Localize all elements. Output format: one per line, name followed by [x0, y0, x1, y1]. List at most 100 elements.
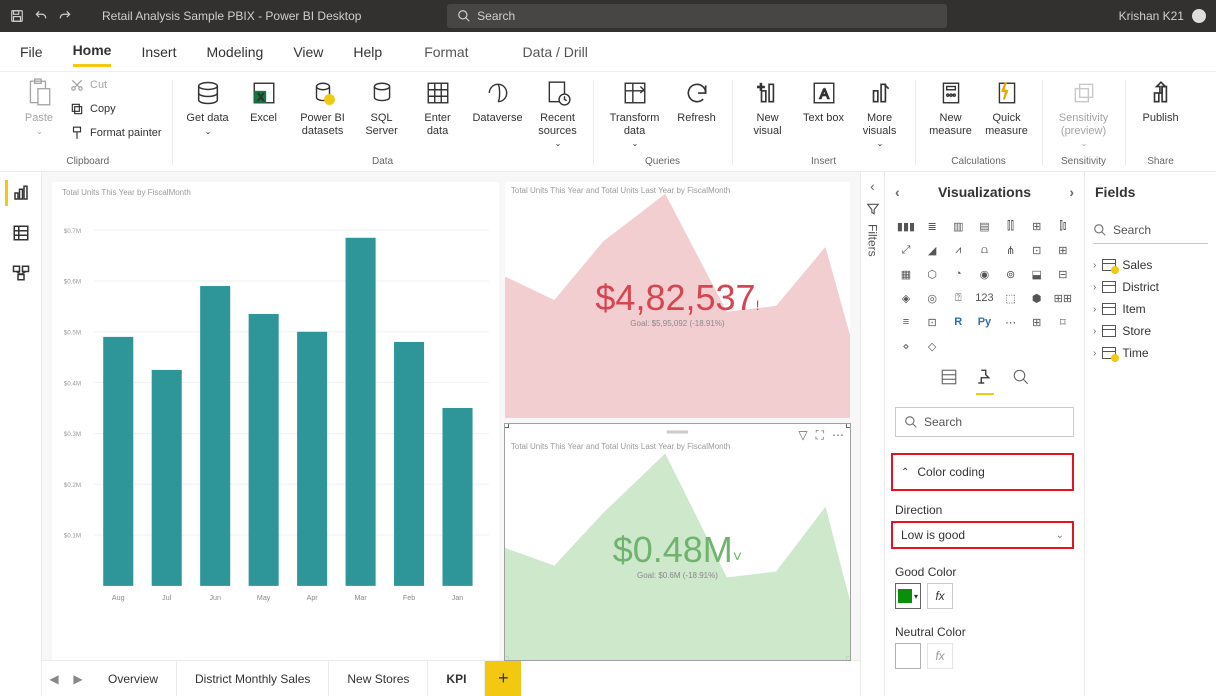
viz-type-10[interactable]: ⩍	[973, 240, 995, 260]
viz-type-1[interactable]: ≣	[921, 216, 943, 236]
viz-type-18[interactable]: ⊚	[1000, 264, 1022, 284]
tabs-scroll-left[interactable]: ◀	[42, 672, 66, 686]
viz-type-26[interactable]: ⬢	[1026, 288, 1048, 308]
menu-home[interactable]: Home	[73, 36, 112, 67]
fields-well-tab[interactable]	[940, 368, 958, 395]
pbi-datasets-button[interactable]: Power BI datasets	[295, 74, 351, 137]
menu-modeling[interactable]: Modeling	[206, 38, 263, 66]
viz-type-27[interactable]: ⊞⊞	[1052, 288, 1074, 308]
excel-button[interactable]: XExcel	[239, 74, 289, 125]
viz-type-35[interactable]: ⋄	[895, 336, 917, 356]
model-view-button[interactable]	[8, 260, 34, 286]
neutral-color-fx[interactable]: fx	[927, 643, 953, 669]
sensitivity-button[interactable]: Sensitivity (preview)⌄	[1053, 74, 1115, 148]
format-tab[interactable]	[976, 368, 994, 395]
viz-collapse-left-icon[interactable]: ‹	[895, 184, 900, 200]
new-measure-button[interactable]: New measure	[926, 74, 976, 137]
viz-type-11[interactable]: ⋔	[1000, 240, 1022, 260]
viz-type-16[interactable]: ◔	[947, 264, 969, 284]
viz-type-29[interactable]: ⊡	[921, 312, 943, 332]
redo-icon[interactable]	[58, 9, 72, 23]
tab-overview[interactable]: Overview	[90, 661, 177, 696]
text-box-button[interactable]: AText box	[799, 74, 849, 125]
save-icon[interactable]	[10, 9, 24, 23]
menu-data-drill[interactable]: Data / Drill	[511, 38, 600, 66]
bar-chart-visual[interactable]: Total Units This Year by FiscalMonth $0.…	[52, 182, 499, 660]
tabs-scroll-right[interactable]: ▶	[66, 672, 90, 686]
menu-format[interactable]: Format	[412, 38, 480, 66]
report-view-button[interactable]	[5, 180, 31, 206]
viz-type-13[interactable]: ⊞	[1052, 240, 1074, 260]
viz-type-32[interactable]: ⋯	[1000, 312, 1022, 332]
viz-type-23[interactable]: ⍰	[947, 288, 969, 308]
good-color-swatch[interactable]: ▾	[895, 583, 921, 609]
field-table-item[interactable]: ›Item	[1093, 298, 1208, 320]
viz-type-4[interactable]: ⫿⫿	[1000, 216, 1022, 236]
global-search[interactable]: Search	[447, 4, 947, 28]
viz-type-34[interactable]: ⌑	[1052, 312, 1074, 332]
kpi-visual-bad[interactable]: Total Units This Year and Total Units La…	[505, 182, 850, 418]
transform-data-button[interactable]: Transform data⌄	[604, 74, 666, 148]
viz-type-22[interactable]: ◎	[921, 288, 943, 308]
get-data-button[interactable]: Get data⌄	[183, 74, 233, 136]
format-painter-button[interactable]: Format painter	[70, 124, 162, 142]
viz-type-9[interactable]: ⩘	[947, 240, 969, 260]
field-table-sales[interactable]: ›Sales	[1093, 254, 1208, 276]
paste-button[interactable]: Paste⌄	[14, 74, 64, 136]
viz-type-36[interactable]: ◇	[921, 336, 943, 356]
tab-district[interactable]: District Monthly Sales	[177, 661, 329, 696]
expand-filters-icon[interactable]: ‹	[870, 178, 875, 194]
refresh-button[interactable]: Refresh	[672, 74, 722, 125]
viz-type-30[interactable]: R	[947, 312, 969, 332]
color-coding-section[interactable]: ⌃ Color coding	[891, 453, 1074, 491]
viz-type-31[interactable]: Py	[973, 312, 995, 332]
viz-type-6[interactable]: ⫿⫾	[1052, 216, 1074, 236]
viz-type-5[interactable]: ⊞	[1026, 216, 1048, 236]
viz-type-24[interactable]: 123	[973, 288, 995, 308]
menu-insert[interactable]: Insert	[141, 38, 176, 66]
dataverse-button[interactable]: Dataverse	[469, 74, 527, 125]
viz-collapse-right-icon[interactable]: ›	[1069, 184, 1074, 200]
sql-server-button[interactable]: SQL Server	[357, 74, 407, 137]
tab-add-page[interactable]: +	[485, 661, 521, 696]
menu-help[interactable]: Help	[353, 38, 382, 66]
viz-type-8[interactable]: ◢	[921, 240, 943, 260]
field-table-district[interactable]: ›District	[1093, 276, 1208, 298]
fields-search[interactable]: Search	[1093, 216, 1208, 244]
quick-measure-button[interactable]: Quick measure	[982, 74, 1032, 137]
viz-type-21[interactable]: ◈	[895, 288, 917, 308]
viz-type-7[interactable]: ⤢	[895, 240, 917, 260]
viz-type-15[interactable]: ⬡	[921, 264, 943, 284]
more-visuals-button[interactable]: More visuals⌄	[855, 74, 905, 148]
field-table-time[interactable]: ›Time	[1093, 342, 1208, 364]
recent-sources-button[interactable]: Recent sources⌄	[533, 74, 583, 148]
viz-type-19[interactable]: ⬓	[1026, 264, 1048, 284]
viz-type-14[interactable]: ▦	[895, 264, 917, 284]
field-table-store[interactable]: ›Store	[1093, 320, 1208, 342]
tab-new-stores[interactable]: New Stores	[329, 661, 428, 696]
viz-type-3[interactable]: ▤	[973, 216, 995, 236]
direction-dropdown[interactable]: Low is good ⌄	[891, 521, 1074, 549]
viz-type-12[interactable]: ⊡	[1026, 240, 1048, 260]
undo-icon[interactable]	[34, 9, 48, 23]
viz-type-20[interactable]: ⊟	[1052, 264, 1074, 284]
filters-pane-collapsed[interactable]: ‹ Filters	[860, 172, 884, 696]
kpi-visual-good[interactable]: ═══ ▽ ⛶ ⋯ Total Units This Year and Tota…	[505, 424, 850, 660]
viz-type-2[interactable]: ▥	[947, 216, 969, 236]
viz-type-0[interactable]: ▮▮▮	[895, 216, 917, 236]
good-color-fx[interactable]: fx	[927, 583, 953, 609]
copy-button[interactable]: Copy	[70, 100, 162, 118]
analytics-tab[interactable]	[1012, 368, 1030, 395]
viz-type-25[interactable]: ⬚	[1000, 288, 1022, 308]
publish-button[interactable]: Publish	[1136, 74, 1186, 125]
menu-view[interactable]: View	[293, 38, 323, 66]
data-view-button[interactable]	[8, 220, 34, 246]
viz-type-28[interactable]: ≡	[895, 312, 917, 332]
viz-type-33[interactable]: ⊞	[1026, 312, 1048, 332]
neutral-color-swatch[interactable]	[895, 643, 921, 669]
menu-file[interactable]: File	[20, 38, 43, 66]
viz-type-37[interactable]	[947, 336, 969, 356]
enter-data-button[interactable]: Enter data	[413, 74, 463, 137]
tab-kpi[interactable]: KPI	[428, 661, 485, 696]
new-visual-button[interactable]: +New visual	[743, 74, 793, 137]
